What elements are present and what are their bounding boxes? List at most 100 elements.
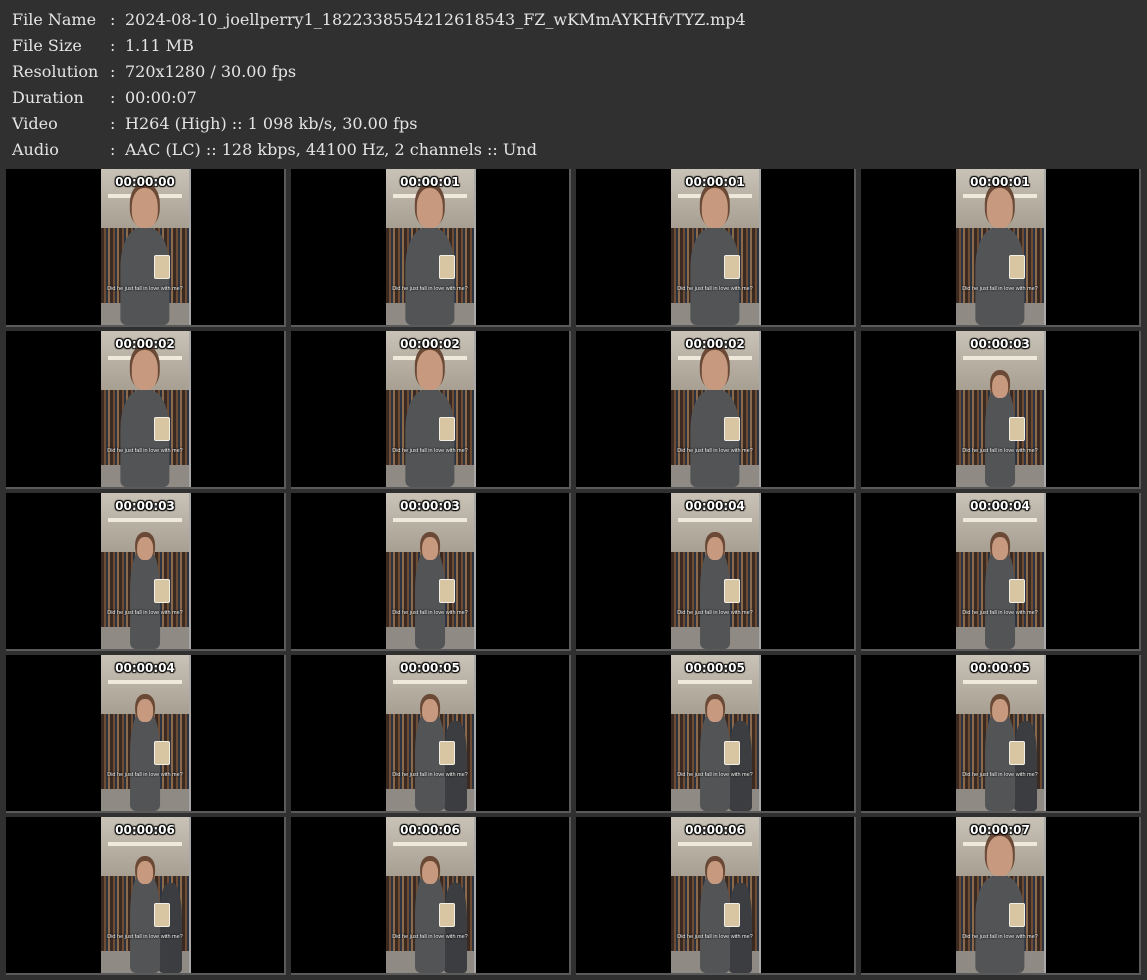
frame-second-person bbox=[444, 882, 467, 973]
info-key: Video bbox=[12, 114, 58, 133]
frame-caption: Did he just fall in love with me? bbox=[962, 610, 1038, 616]
info-row-file-size: File Size : 1.11 MB bbox=[12, 33, 1132, 59]
video-frame-thumbnail: Did he just fall in love with me? 00:00:0… bbox=[386, 493, 476, 649]
frame-person-head bbox=[422, 536, 438, 561]
frame-caption: Did he just fall in love with me? bbox=[677, 448, 753, 454]
frame-drink-cup bbox=[1008, 902, 1025, 927]
info-value: AAC (LC) :: 128 kbps, 44100 Hz, 2 channe… bbox=[125, 140, 537, 159]
frame-timestamp: 00:00:04 bbox=[685, 499, 745, 513]
frame-person-head bbox=[707, 860, 723, 885]
frame-caption: Did he just fall in love with me? bbox=[962, 448, 1038, 454]
video-frame-thumbnail: Did he just fall in love with me? 00:00:0… bbox=[101, 817, 191, 973]
frame-timestamp: 00:00:03 bbox=[115, 499, 175, 513]
info-value: 00:00:07 bbox=[125, 88, 197, 107]
frame-person-head bbox=[992, 374, 1008, 399]
frame-person-head bbox=[137, 536, 153, 561]
frame-drink-cup bbox=[438, 416, 455, 441]
frame-timestamp: 00:00:06 bbox=[685, 823, 745, 837]
thumbnail-cell[interactable]: Did he just fall in love with me? 00:00:0… bbox=[6, 331, 286, 489]
frame-drink-cup bbox=[723, 578, 740, 603]
frame-timestamp: 00:00:05 bbox=[970, 661, 1030, 675]
video-frame-thumbnail: Did he just fall in love with me? 00:00:0… bbox=[956, 169, 1046, 325]
info-separator: : bbox=[110, 88, 116, 107]
video-frame-thumbnail: Did he just fall in love with me? 00:00:0… bbox=[101, 493, 191, 649]
thumbnail-cell[interactable]: Did he just fall in love with me? 00:00:0… bbox=[861, 817, 1141, 975]
thumbnail-cell[interactable]: Did he just fall in love with me? 00:00:0… bbox=[291, 331, 571, 489]
frame-timestamp: 00:00:03 bbox=[970, 337, 1030, 351]
frame-caption: Did he just fall in love with me? bbox=[107, 610, 183, 616]
video-frame-thumbnail: Did he just fall in love with me? 00:00:0… bbox=[671, 493, 761, 649]
thumbnail-cell[interactable]: Did he just fall in love with me? 00:00:0… bbox=[6, 655, 286, 813]
frame-second-person bbox=[1014, 720, 1037, 811]
thumbnail-cell[interactable]: Did he just fall in love with me? 00:00:0… bbox=[861, 655, 1141, 813]
frame-drink-cup bbox=[153, 578, 170, 603]
frame-drink-cup bbox=[1008, 740, 1025, 765]
frame-drink-cup bbox=[1008, 416, 1025, 441]
frame-timestamp: 00:00:01 bbox=[970, 175, 1030, 189]
frame-drink-cup bbox=[438, 902, 455, 927]
frame-caption: Did he just fall in love with me? bbox=[107, 286, 183, 292]
frame-timestamp: 00:00:00 bbox=[115, 175, 175, 189]
info-separator: : bbox=[110, 114, 116, 133]
frame-second-person bbox=[729, 720, 752, 811]
thumbnail-cell[interactable]: Did he just fall in love with me? 00:00:0… bbox=[291, 655, 571, 813]
frame-person-head bbox=[701, 349, 729, 391]
thumbnail-cell[interactable]: Did he just fall in love with me? 00:00:0… bbox=[576, 493, 856, 651]
frame-drink-cup bbox=[153, 254, 170, 279]
info-key: Resolution bbox=[12, 62, 99, 81]
frame-person-head bbox=[992, 698, 1008, 723]
frame-timestamp: 00:00:02 bbox=[685, 337, 745, 351]
frame-caption: Did he just fall in love with me? bbox=[392, 286, 468, 292]
frame-person-head bbox=[707, 536, 723, 561]
frame-drink-cup bbox=[1008, 578, 1025, 603]
frame-timestamp: 00:00:06 bbox=[400, 823, 460, 837]
frame-person-head bbox=[422, 860, 438, 885]
frame-timestamp: 00:00:04 bbox=[970, 499, 1030, 513]
info-row-resolution: Resolution : 720x1280 / 30.00 fps bbox=[12, 59, 1132, 85]
thumbnail-cell[interactable]: Did he just fall in love with me? 00:00:0… bbox=[6, 817, 286, 975]
frame-person-head bbox=[137, 698, 153, 723]
frame-timestamp: 00:00:07 bbox=[970, 823, 1030, 837]
video-frame-thumbnail: Did he just fall in love with me? 00:00:0… bbox=[956, 493, 1046, 649]
frame-drink-cup bbox=[723, 254, 740, 279]
thumbnail-cell[interactable]: Did he just fall in love with me? 00:00:0… bbox=[861, 493, 1141, 651]
video-frame-thumbnail: Did he just fall in love with me? 00:00:0… bbox=[386, 169, 476, 325]
video-frame-thumbnail: Did he just fall in love with me? 00:00:0… bbox=[101, 169, 191, 325]
thumbnail-cell[interactable]: Did he just fall in love with me? 00:00:0… bbox=[6, 169, 286, 327]
frame-caption: Did he just fall in love with me? bbox=[962, 934, 1038, 940]
frame-drink-cup bbox=[438, 740, 455, 765]
thumbnail-cell[interactable]: Did he just fall in love with me? 00:00:0… bbox=[861, 331, 1141, 489]
video-frame-thumbnail: Did he just fall in love with me? 00:00:0… bbox=[386, 331, 476, 487]
thumbnail-cell[interactable]: Did he just fall in love with me? 00:00:0… bbox=[576, 655, 856, 813]
frame-drink-cup bbox=[153, 416, 170, 441]
info-key: File Name bbox=[12, 10, 97, 29]
video-frame-thumbnail: Did he just fall in love with me? 00:00:0… bbox=[671, 817, 761, 973]
frame-person-head bbox=[422, 698, 438, 723]
info-row-audio: Audio : AAC (LC) :: 128 kbps, 44100 Hz, … bbox=[12, 137, 1132, 163]
frame-caption: Did he just fall in love with me? bbox=[392, 772, 468, 778]
thumbnail-cell[interactable]: Did he just fall in love with me? 00:00:0… bbox=[291, 817, 571, 975]
frame-caption: Did he just fall in love with me? bbox=[392, 934, 468, 940]
info-key: Duration bbox=[12, 88, 84, 107]
thumbnail-cell[interactable]: Did he just fall in love with me? 00:00:0… bbox=[6, 493, 286, 651]
frame-timestamp: 00:00:02 bbox=[115, 337, 175, 351]
frame-caption: Did he just fall in love with me? bbox=[677, 610, 753, 616]
video-frame-thumbnail: Did he just fall in love with me? 00:00:0… bbox=[386, 655, 476, 811]
video-frame-thumbnail: Did he just fall in love with me? 00:00:0… bbox=[956, 655, 1046, 811]
thumbnail-cell[interactable]: Did he just fall in love with me? 00:00:0… bbox=[576, 817, 856, 975]
frame-second-person bbox=[159, 882, 182, 973]
thumbnail-cell[interactable]: Did he just fall in love with me? 00:00:0… bbox=[291, 493, 571, 651]
info-separator: : bbox=[110, 36, 116, 55]
frame-person-head bbox=[137, 860, 153, 885]
thumbnail-cell[interactable]: Did he just fall in love with me? 00:00:0… bbox=[861, 169, 1141, 327]
thumbnail-cell[interactable]: Did he just fall in love with me? 00:00:0… bbox=[576, 331, 856, 489]
thumbnail-cell[interactable]: Did he just fall in love with me? 00:00:0… bbox=[291, 169, 571, 327]
thumbnail-grid: Did he just fall in love with me? 00:00:0… bbox=[6, 169, 1141, 975]
media-info-panel: File Name : 2024-08-10_joellperry1_18223… bbox=[12, 7, 1132, 163]
info-value: 1.11 MB bbox=[125, 36, 194, 55]
frame-timestamp: 00:00:03 bbox=[400, 499, 460, 513]
thumbnail-cell[interactable]: Did he just fall in love with me? 00:00:0… bbox=[576, 169, 856, 327]
frame-caption: Did he just fall in love with me? bbox=[962, 286, 1038, 292]
frame-drink-cup bbox=[153, 740, 170, 765]
frame-timestamp: 00:00:02 bbox=[400, 337, 460, 351]
